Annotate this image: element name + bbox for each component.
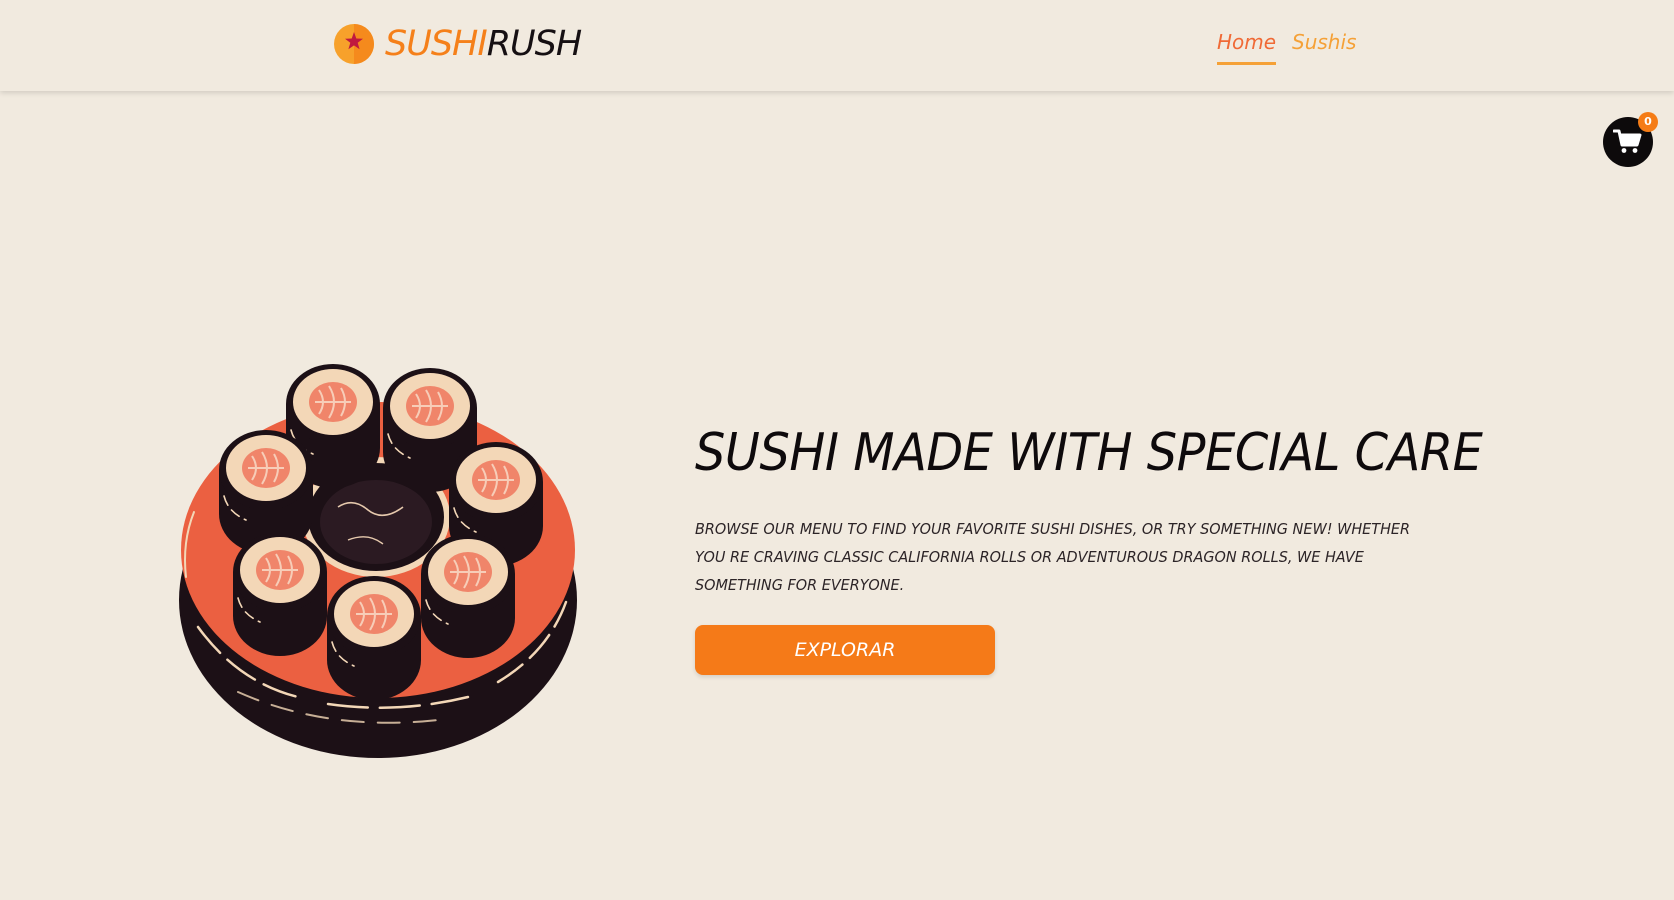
cart-icon bbox=[1613, 129, 1642, 153]
explore-button[interactable]: EXPLORAR bbox=[695, 625, 995, 675]
brand-logo[interactable]: SUSHIRUSH bbox=[333, 22, 582, 66]
hero-title: SUSHI MADE WITH SPECIAL CARE bbox=[695, 423, 1483, 483]
cart-button[interactable]: 0 bbox=[1603, 112, 1658, 167]
nav-item-sushis[interactable]: Sushis bbox=[1292, 28, 1356, 56]
site-header: SUSHIRUSH Home Sushis bbox=[0, 0, 1674, 91]
sushi-platter-illustration bbox=[179, 363, 577, 758]
brand-name-part2: RUSH bbox=[486, 24, 582, 64]
cart-count-badge: 0 bbox=[1638, 112, 1658, 132]
star-orb-icon bbox=[334, 24, 374, 64]
brand-name: SUSHIRUSH bbox=[385, 22, 582, 66]
hero-description: Browse our menu to find your favorite su… bbox=[695, 520, 1411, 594]
nav-item-home[interactable]: Home bbox=[1217, 28, 1277, 65]
brand-name-part1: SUSHI bbox=[385, 24, 488, 64]
